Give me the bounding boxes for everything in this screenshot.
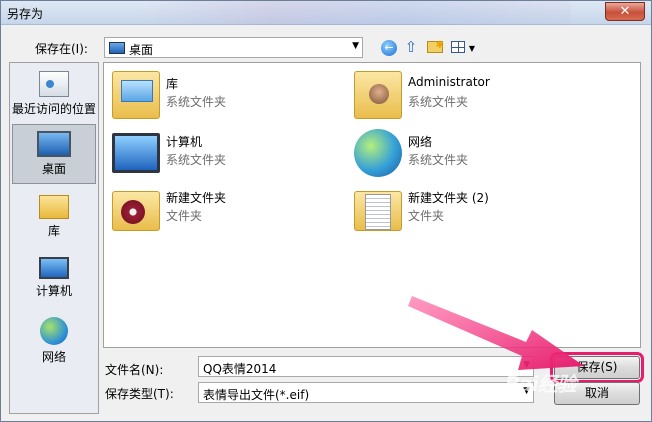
file-item-administrator[interactable]: Administrator 系统文件夹 (350, 71, 580, 121)
new-folder-icon: ✱ (427, 40, 444, 53)
place-label: 最近访问的位置 (12, 102, 97, 116)
place-label: 桌面 (41, 162, 66, 176)
save-in-dropdown[interactable]: 桌面 ▼ (104, 37, 363, 58)
place-label: 计算机 (35, 284, 72, 298)
chevron-down-icon: ▼ (468, 44, 475, 53)
file-type-label: 保存类型(T): (105, 387, 174, 401)
user-folder-icon (354, 71, 402, 119)
watermark: Bai经验 (505, 372, 577, 396)
file-name: 计算机 (166, 135, 203, 149)
computer-icon (39, 257, 69, 279)
folder-icon (112, 191, 160, 231)
libraries-icon (39, 195, 69, 219)
file-list: 库 系统文件夹 Administrator 系统文件夹 计算机 系统文件夹 网络… (103, 62, 641, 348)
back-button[interactable]: ← (379, 38, 399, 56)
new-folder-button[interactable]: ✱ (425, 38, 445, 56)
place-label: 网络 (41, 350, 66, 364)
file-type-select[interactable]: 表情导出文件(*.eif) ▼ (198, 382, 534, 403)
file-type: 文件夹 (166, 209, 203, 223)
place-network[interactable]: 网络 (12, 313, 96, 369)
file-type: 文件夹 (408, 209, 445, 223)
save-as-dialog: 另存为 ✕ 保存在(I): 桌面 ▼ ← ⇧ ✱ ▼ 最近访问的位置 桌面 库 (0, 0, 652, 422)
network-icon (40, 317, 68, 345)
save-in-label: 保存在(I): (35, 42, 88, 56)
file-name: Administrator (408, 75, 490, 89)
back-arrow-icon: ← (381, 40, 397, 56)
title-bar: 另存为 ✕ (1, 1, 651, 25)
place-recent[interactable]: 最近访问的位置 (12, 67, 96, 119)
file-item-network[interactable]: 网络 系统文件夹 (350, 129, 580, 179)
places-bar: 最近访问的位置 桌面 库 计算机 网络 (9, 62, 99, 414)
views-menu-button[interactable]: ▼ (449, 38, 477, 56)
place-computer[interactable]: 计算机 (12, 253, 96, 305)
place-label: 库 (47, 224, 60, 238)
dialog-title: 另存为 (7, 7, 44, 21)
network-icon (354, 129, 402, 177)
computer-icon (112, 133, 160, 173)
close-icon: ✕ (619, 4, 631, 19)
place-desktop[interactable]: 桌面 (12, 124, 96, 184)
file-type: 系统文件夹 (408, 153, 469, 167)
desktop-icon (37, 131, 71, 157)
file-name: 新建文件夹 (2) (408, 191, 489, 205)
place-libraries[interactable]: 库 (12, 191, 96, 243)
recent-places-icon (39, 71, 69, 97)
desktop-icon (109, 42, 125, 54)
close-button[interactable]: ✕ (605, 2, 645, 21)
save-in-value: 桌面 (129, 43, 154, 57)
file-item-library[interactable]: 库 系统文件夹 (108, 71, 338, 121)
library-folder-icon (112, 71, 160, 119)
file-name-field[interactable]: QQ表情2014 ▼ (198, 356, 534, 377)
file-type-value: 表情导出文件(*.eif) (203, 388, 310, 402)
file-type: 系统文件夹 (166, 153, 227, 167)
folder-icon (354, 191, 402, 231)
file-name: 网络 (408, 135, 433, 149)
file-type: 系统文件夹 (166, 95, 227, 109)
file-item-new-folder-2[interactable]: 新建文件夹 (2) 文件夹 (350, 185, 580, 235)
file-name-value: QQ表情2014 (203, 362, 277, 376)
views-menu-icon (451, 41, 465, 53)
up-one-level-button[interactable]: ⇧ (401, 38, 421, 56)
file-item-new-folder[interactable]: 新建文件夹 文件夹 (108, 185, 338, 235)
up-folder-icon: ⇧ (404, 38, 418, 56)
file-name: 新建文件夹 (166, 191, 227, 205)
background-window-peek (141, 1, 571, 25)
file-name-label: 文件名(N): (105, 363, 164, 377)
file-name: 库 (166, 77, 179, 91)
file-type: 系统文件夹 (408, 95, 469, 109)
file-item-computer[interactable]: 计算机 系统文件夹 (108, 129, 338, 179)
chevron-down-icon: ▼ (352, 41, 359, 51)
